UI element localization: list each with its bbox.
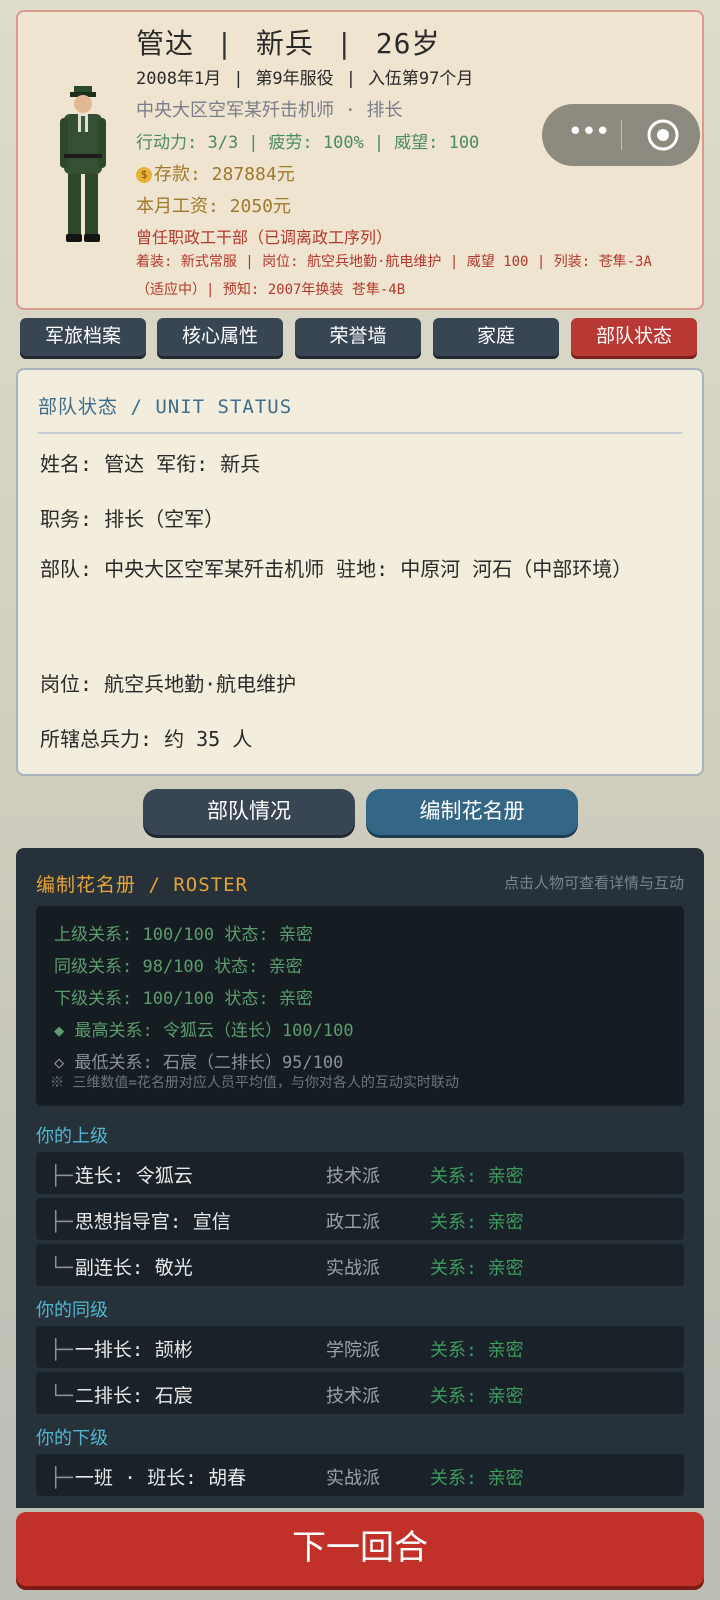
separator: | (373, 133, 385, 153)
roster-panel: 编制花名册 / ROSTER 点击人物可查看详情与互动 上级关系: 100/10… (16, 848, 704, 1508)
relationship-summary: 上级关系: 100/100 状态: 亲密 同级关系: 98/100 状态: 亲密… (36, 906, 684, 1106)
member-faction: 实战派 (326, 1258, 380, 1279)
member-relation: 关系: 亲密 (430, 1340, 524, 1361)
profile-equipment: 着装: 新式常服 | 岗位: 航空兵地勤·航电维护 | 威望 100 | 列装:… (136, 254, 652, 298)
separator: | (233, 69, 244, 89)
tree-branch: └─ (50, 1257, 73, 1279)
capsule-divider (621, 120, 622, 150)
lowest-relation: ◇ 最低关系: 石宸（二排长）95/100 (54, 1053, 344, 1073)
roster-hint: 点击人物可查看详情与互动 (503, 874, 684, 892)
fatigue: 疲劳: 100% (268, 133, 364, 153)
divider (38, 432, 682, 434)
separator: | (216, 27, 234, 60)
separator: | (248, 133, 259, 153)
tab-honor-wall[interactable]: 荣誉墙 (295, 318, 421, 356)
member-relation: 关系: 亲密 (430, 1468, 524, 1489)
profile-name: 管达 (136, 27, 195, 60)
member-faction: 实战派 (326, 1468, 380, 1489)
tree-branch: ├─ (50, 1165, 73, 1187)
member-title: 思想指导官: 宣信 (74, 1211, 231, 1233)
current-date: 2008年1月 (136, 69, 222, 89)
profile-service-info: 2008年1月 | 第9年服役 | 入伍第97个月 (136, 64, 473, 89)
subtab-unit-situation[interactable]: 部队情况 (143, 789, 355, 835)
enlist-month: 入伍第97个月 (367, 69, 474, 89)
profile-savings: $ 存款: 287884元 (136, 160, 295, 186)
roster-row[interactable]: ├─ 连长: 令狐云 技术派 关系: 亲密 (36, 1152, 684, 1194)
member-name: └─ 二排长: 石宸 (50, 1381, 193, 1408)
member-faction: 技术派 (326, 1166, 380, 1187)
member-faction: 学院派 (326, 1340, 380, 1361)
roster-title: 编制花名册 / ROSTER (36, 874, 248, 896)
tree-branch: └─ (50, 1385, 73, 1407)
tree-branch: ├─ (50, 1467, 73, 1489)
soldier-avatar (60, 86, 106, 242)
profile-rank: 新兵 (255, 27, 314, 60)
member-relation: 关系: 亲密 (430, 1386, 524, 1407)
member-faction: 技术派 (326, 1386, 380, 1407)
group-subordinates: 你的下级 (36, 1428, 108, 1449)
prestige: 威望: 100 (394, 133, 480, 153)
status-post: 岗位: 航空兵地勤·航电维护 (40, 672, 297, 696)
tab-family[interactable]: 家庭 (433, 318, 559, 356)
unit-status-panel: 部队状态 / UNIT STATUS 姓名: 管达 军衔: 新兵 职务: 排长（… (16, 368, 704, 776)
member-title: 副连长: 敬光 (74, 1257, 193, 1279)
separator: | (335, 27, 354, 60)
profile-card: 管达 | 新兵 | 26岁 2008年1月 | 第9年服役 | 入伍第97个月 中央大区空军某歼… (16, 10, 704, 310)
separator: | (345, 69, 356, 89)
profile-unit: 中央大区空军某歼击机师 · 排长 (136, 100, 403, 121)
member-title: 二排长: 石宸 (74, 1385, 193, 1407)
tab-unit-status[interactable]: 部队状态 (571, 318, 697, 356)
tab-military-archive[interactable]: 军旅档案 (20, 318, 146, 356)
savings-value: 存款: 287884元 (154, 164, 295, 185)
highest-relation: ◆ 最高关系: 令狐云（连长）100/100 (54, 1021, 354, 1041)
member-name: ├─ 一班 · 班长: 胡春 (50, 1463, 246, 1490)
service-year: 第9年服役 (255, 69, 334, 89)
roster-row[interactable]: └─ 二排长: 石宸 技术派 关系: 亲密 (36, 1372, 684, 1414)
member-name: ├─ 一排长: 颉彬 (50, 1335, 193, 1362)
roster-row[interactable]: └─ 副连长: 敬光 实战派 关系: 亲密 (36, 1244, 684, 1286)
member-relation: 关系: 亲密 (430, 1258, 524, 1279)
subordinate-relation: 下级关系: 100/100 状态: 亲密 (54, 989, 313, 1009)
coin-icon: $ (136, 167, 152, 183)
group-peers: 你的同级 (36, 1300, 108, 1321)
relation-note: ※ 三维数值=花名册对应人员平均值，与你对各人的互动实时联动 (50, 1075, 459, 1091)
tree-branch: ├─ (50, 1211, 73, 1233)
profile-salary: 本月工资: 2050元 (136, 196, 292, 217)
member-name: ├─ 连长: 令狐云 (50, 1161, 193, 1188)
peer-relation: 同级关系: 98/100 状态: 亲密 (54, 957, 303, 977)
next-round-button[interactable]: 下一回合 (16, 1512, 704, 1586)
member-title: 一排长: 颉彬 (74, 1339, 193, 1361)
panel-title: 部队状态 / UNIT STATUS (38, 396, 293, 418)
profile-age: 26岁 (375, 27, 441, 60)
member-title: 连长: 令狐云 (74, 1165, 193, 1187)
status-position: 职务: 排长（空军） (40, 507, 225, 531)
more-dots-icon[interactable]: ••• (560, 104, 616, 166)
member-relation: 关系: 亲密 (430, 1166, 524, 1187)
member-name: └─ 副连长: 敬光 (50, 1253, 193, 1280)
status-name-rank: 姓名: 管达 军衔: 新兵 (40, 452, 261, 476)
mini-program-capsule: ••• (542, 104, 700, 166)
member-name: ├─ 思想指导官: 宣信 (50, 1207, 231, 1234)
profile-stats: 行动力: 3/3 | 疲劳: 100% | 威望: 100 (136, 128, 479, 153)
group-superiors: 你的上级 (36, 1126, 108, 1147)
tab-core-attributes[interactable]: 核心属性 (157, 318, 283, 356)
subtab-roster[interactable]: 编制花名册 (366, 789, 578, 835)
status-troops: 所辖总兵力: 约 35 人 (40, 727, 253, 751)
member-title: 一班 · 班长: 胡春 (74, 1467, 247, 1489)
roster-row[interactable]: ├─ 一班 · 班长: 胡春 实战派 关系: 亲密 (36, 1454, 684, 1496)
roster-row[interactable]: ├─ 思想指导官: 宣信 政工派 关系: 亲密 (36, 1198, 684, 1240)
member-faction: 政工派 (326, 1212, 380, 1233)
superior-relation: 上级关系: 100/100 状态: 亲密 (54, 925, 313, 945)
target-circle-icon[interactable] (646, 118, 680, 152)
roster-row[interactable]: ├─ 一排长: 颉彬 学院派 关系: 亲密 (36, 1326, 684, 1368)
member-relation: 关系: 亲密 (430, 1212, 524, 1233)
tree-branch: ├─ (50, 1339, 73, 1361)
status-unit-station: 部队: 中央大区空军某歼击机师 驻地: 中原河 河石（中部环境） (40, 557, 633, 581)
profile-headline: 管达 | 新兵 | 26岁 (136, 22, 440, 62)
profile-former-post: 曾任职政工干部（已调离政工序列） (136, 228, 393, 247)
action-points: 行动力: 3/3 (136, 133, 239, 153)
